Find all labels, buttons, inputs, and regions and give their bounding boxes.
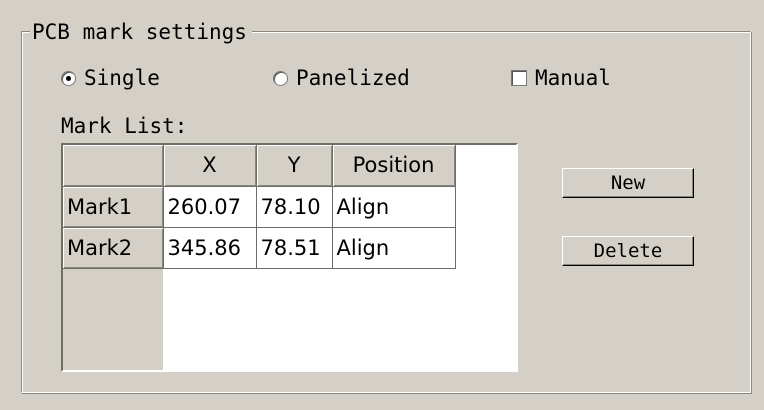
cell-position[interactable]: Align (332, 227, 456, 269)
row-header-mark1[interactable]: Mark1 (63, 186, 164, 228)
cell-x[interactable]: 345.86 (163, 227, 257, 269)
column-header-position[interactable]: Position (332, 145, 456, 187)
delete-button[interactable]: Delete (562, 236, 694, 266)
table-row[interactable]: Mark1 260.07 78.10 Align (63, 186, 456, 228)
checkbox-unchecked-icon[interactable] (511, 70, 527, 86)
cell-y[interactable]: 78.10 (256, 186, 333, 228)
manual-checkbox[interactable]: Manual (511, 64, 611, 92)
mark-table[interactable]: X Y Position Mark1 260.07 78.10 Align Ma… (63, 145, 456, 269)
radio-unselected-icon[interactable] (273, 70, 288, 86)
manual-label: Manual (535, 66, 611, 90)
radio-selected-icon[interactable] (61, 70, 76, 86)
panelized-radio[interactable]: Panelized (273, 64, 410, 92)
header-row: X Y Position (63, 145, 456, 187)
new-button[interactable]: New (562, 168, 694, 198)
panelized-label: Panelized (296, 66, 410, 90)
single-label: Single (84, 66, 160, 90)
column-header-y[interactable]: Y (256, 145, 333, 187)
cell-x[interactable]: 260.07 (163, 186, 257, 228)
mark-list-label: Mark List: (61, 114, 188, 138)
group-title: PCB mark settings (30, 20, 252, 44)
single-radio[interactable]: Single (61, 64, 160, 92)
corner-header-cell (63, 145, 164, 187)
table-row[interactable]: Mark2 345.86 78.51 Align (63, 227, 456, 269)
mark-list-grid[interactable]: X Y Position Mark1 260.07 78.10 Align Ma… (61, 143, 518, 372)
cell-y[interactable]: 78.51 (256, 227, 333, 269)
column-header-x[interactable]: X (163, 145, 257, 187)
cell-position[interactable]: Align (332, 186, 456, 228)
row-header-mark2[interactable]: Mark2 (63, 227, 164, 269)
